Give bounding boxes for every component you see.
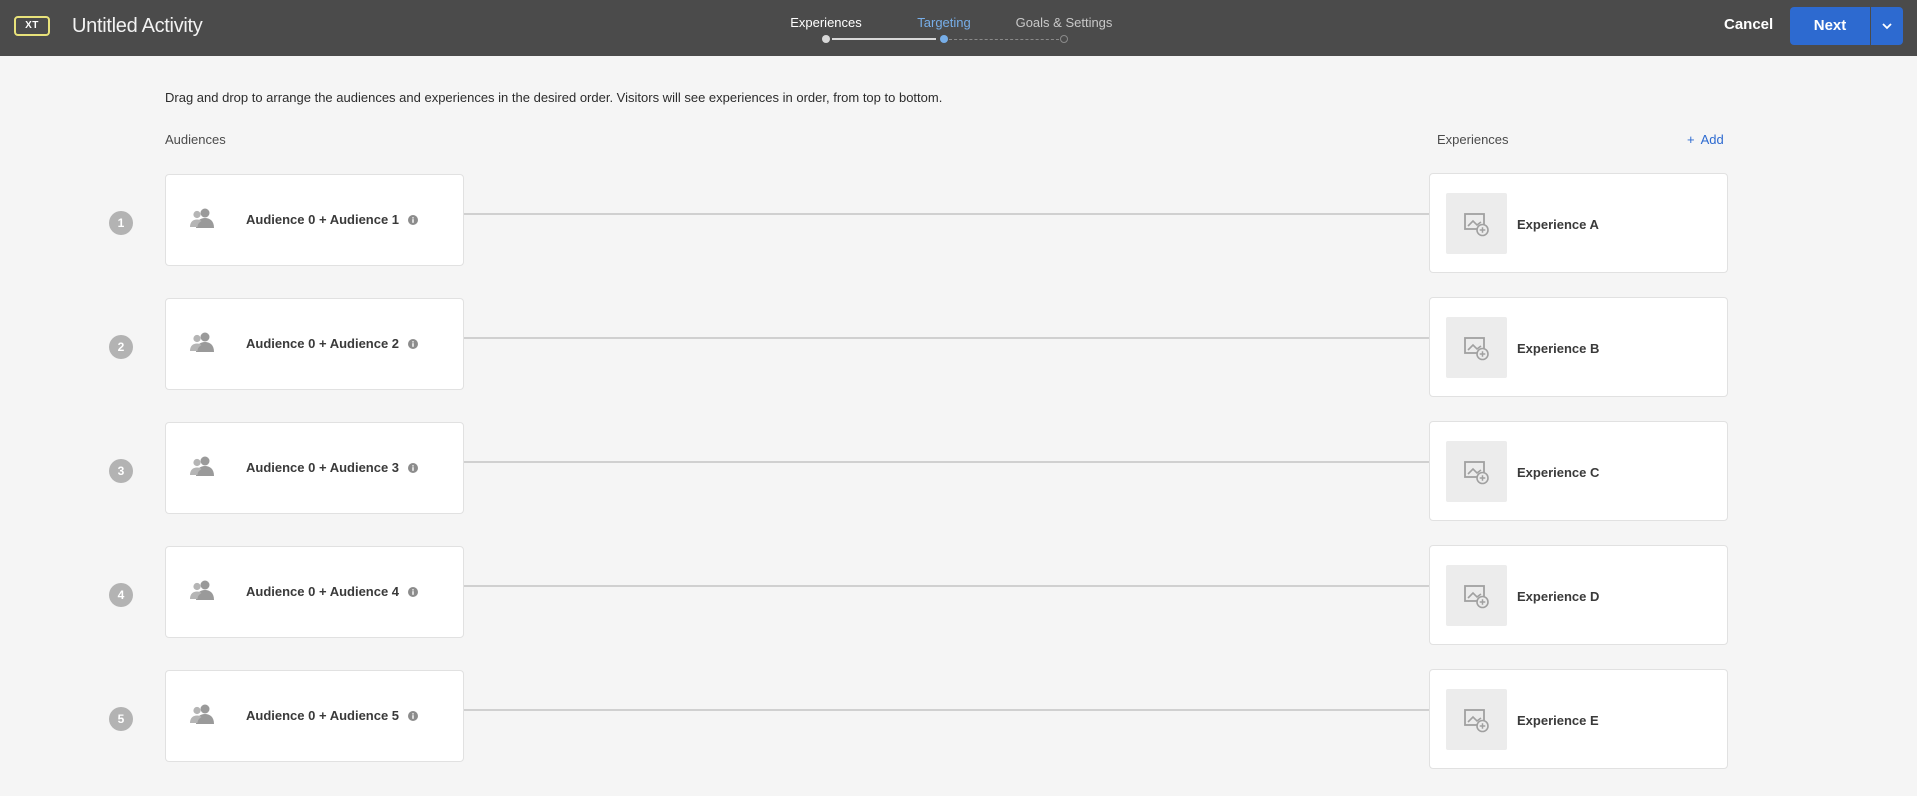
experience-card[interactable]: Experience B [1429, 297, 1728, 397]
audience-label: Audience 0 + Audience 3 [246, 460, 400, 475]
chevron-down-icon [1882, 23, 1892, 30]
experience-card[interactable]: Experience E [1429, 669, 1728, 769]
connector-line [464, 213, 1429, 215]
audience-label: Audience 0 + Audience 1 [246, 212, 400, 227]
experience-label: Experience A [1517, 217, 1599, 232]
audience-card[interactable]: Audience 0 + Audience 1 [165, 174, 464, 266]
add-image-icon [1464, 709, 1489, 733]
activity-type-badge: XT [14, 16, 50, 36]
add-image-icon [1464, 213, 1489, 237]
top-bar: XT Untitled Activity Experiences Targeti… [0, 0, 1917, 56]
audience-card[interactable]: Audience 0 + Audience 3 [165, 422, 464, 514]
activity-title[interactable]: Untitled Activity [72, 15, 203, 38]
experience-card[interactable]: Experience C [1429, 421, 1728, 521]
audience-card[interactable]: Audience 0 + Audience 2 [165, 298, 464, 390]
step-dot-targeting [940, 35, 948, 43]
step-experiences[interactable]: Experiences [790, 15, 862, 30]
people-icon [190, 704, 214, 724]
experience-thumbnail[interactable] [1446, 689, 1507, 750]
info-icon[interactable] [408, 587, 418, 597]
next-button[interactable]: Next [1790, 7, 1870, 45]
audience-card[interactable]: Audience 0 + Audience 4 [165, 546, 464, 638]
audience-label: Audience 0 + Audience 5 [246, 708, 400, 723]
people-icon [190, 208, 214, 228]
experience-thumbnail[interactable] [1446, 317, 1507, 378]
experiences-header: Experiences [1437, 132, 1509, 147]
row-number: 2 [109, 335, 133, 359]
connector-line [464, 337, 1429, 339]
experience-card[interactable]: Experience A [1429, 173, 1728, 273]
experience-label: Experience B [1517, 341, 1600, 356]
info-icon[interactable] [408, 711, 418, 721]
step-progress-line [832, 38, 936, 40]
step-targeting[interactable]: Targeting [917, 15, 970, 30]
experience-thumbnail[interactable] [1446, 441, 1507, 502]
audience-label: Audience 0 + Audience 4 [246, 584, 400, 599]
audience-card[interactable]: Audience 0 + Audience 5 [165, 670, 464, 762]
add-image-icon [1464, 585, 1489, 609]
experience-thumbnail[interactable] [1446, 193, 1507, 254]
instructions-text: Drag and drop to arrange the audiences a… [165, 90, 943, 105]
step-dot-goals-settings [1060, 35, 1068, 43]
experience-thumbnail[interactable] [1446, 565, 1507, 626]
add-image-icon [1464, 461, 1489, 485]
next-options-button[interactable] [1871, 7, 1903, 45]
row-number: 4 [109, 583, 133, 607]
add-label: Add [1700, 132, 1724, 147]
experience-label: Experience C [1517, 465, 1600, 480]
experience-label: Experience D [1517, 589, 1600, 604]
info-icon[interactable] [408, 463, 418, 473]
people-icon [190, 332, 214, 352]
connector-line [464, 585, 1429, 587]
cancel-button[interactable]: Cancel [1724, 16, 1773, 33]
experience-label: Experience E [1517, 713, 1599, 728]
step-dot-experiences [822, 35, 830, 43]
people-icon [190, 456, 214, 476]
people-icon [190, 580, 214, 600]
row-number: 5 [109, 707, 133, 731]
info-icon[interactable] [408, 339, 418, 349]
audience-label: Audience 0 + Audience 2 [246, 336, 400, 351]
info-icon[interactable] [408, 215, 418, 225]
audiences-header: Audiences [165, 132, 226, 147]
connector-line [464, 709, 1429, 711]
experience-card[interactable]: Experience D [1429, 545, 1728, 645]
plus-icon: + [1687, 132, 1695, 147]
step-remaining-line [949, 39, 1059, 40]
row-number: 3 [109, 459, 133, 483]
add-experience-link[interactable]: + Add [1687, 132, 1724, 147]
row-number: 1 [109, 211, 133, 235]
step-goals-settings[interactable]: Goals & Settings [1016, 15, 1113, 30]
add-image-icon [1464, 337, 1489, 361]
connector-line [464, 461, 1429, 463]
